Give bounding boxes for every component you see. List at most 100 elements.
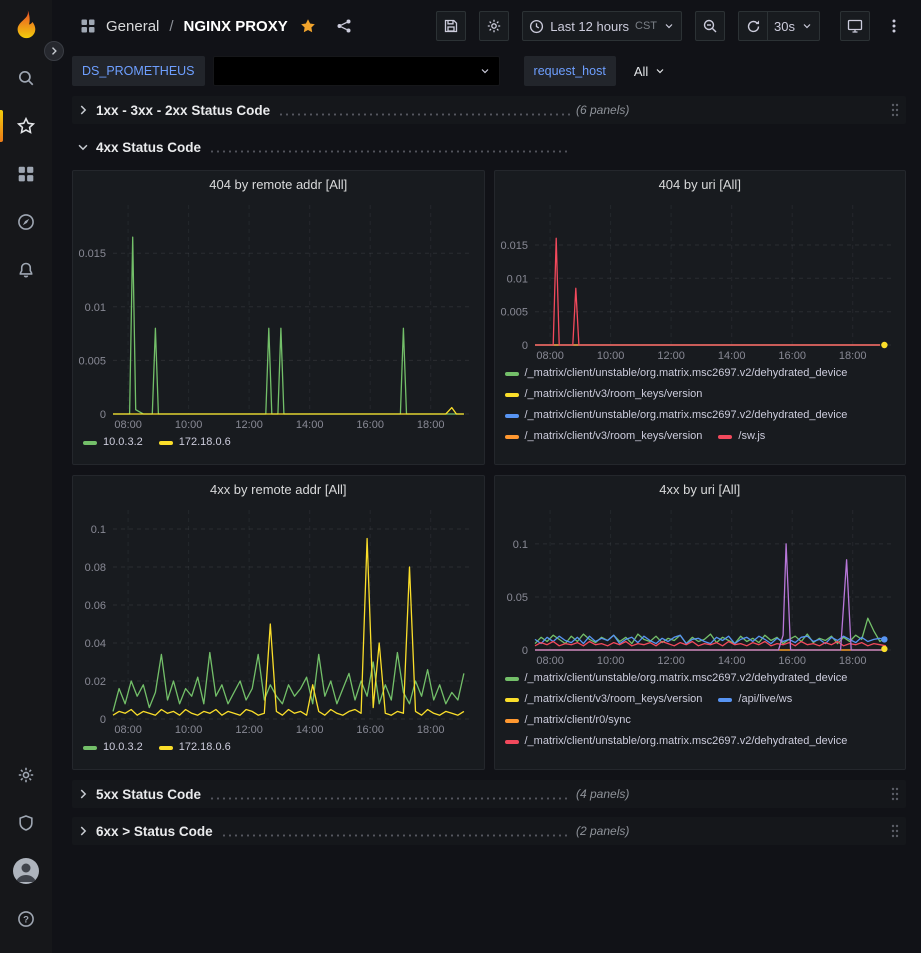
chart-legend: /_matrix/client/unstable/org.matrix.msc2… <box>495 365 906 464</box>
sidebar-item-search[interactable] <box>0 54 52 102</box>
legend-item[interactable]: /_matrix/client/r0/sync <box>505 714 631 727</box>
time-range-picker[interactable]: Last 12 hours CST <box>522 11 682 41</box>
drag-handle-icon[interactable] <box>890 102 900 118</box>
time-range-text: Last 12 hours <box>550 19 629 34</box>
svg-text:18:00: 18:00 <box>838 350 866 362</box>
drag-handle-icon[interactable] <box>890 786 900 802</box>
panel-404-by-remote-addr: 404 by remote addr [All] 08:0010:0012:00… <box>72 170 485 465</box>
svg-text:10:00: 10:00 <box>175 724 203 736</box>
svg-text:18:00: 18:00 <box>417 419 445 431</box>
legend-item[interactable]: /api/live/ws <box>718 693 792 706</box>
share-icon[interactable] <box>336 18 352 34</box>
favorite-star-icon[interactable] <box>300 18 316 34</box>
svg-text:0.04: 0.04 <box>85 638 106 650</box>
svg-text:0.05: 0.05 <box>506 592 527 604</box>
svg-text:0.01: 0.01 <box>85 302 106 314</box>
legend-color-marker <box>83 441 97 445</box>
zoom-out-time-button[interactable] <box>695 11 725 41</box>
sidebar-expand-button[interactable] <box>44 41 64 61</box>
dashboard-canvas: 1xx - 3xx - 2xx Status Code (6 panels) 4… <box>52 90 921 953</box>
grafana-logo[interactable] <box>8 8 44 44</box>
sidebar-item-dashboards[interactable] <box>0 150 52 198</box>
legend-label: 10.0.3.2 <box>103 741 143 754</box>
tv-mode-button[interactable] <box>840 11 870 41</box>
legend-color-marker <box>505 414 519 418</box>
chevron-right-icon <box>76 824 90 838</box>
legend-item[interactable]: /_matrix/client/unstable/org.matrix.msc2… <box>505 672 848 685</box>
timeseries-chart-404-by-uri[interactable]: 08:0010:0012:0014:0016:0018:0000.0050.01… <box>495 199 906 365</box>
svg-text:0.02: 0.02 <box>85 676 106 688</box>
drag-handle-icon[interactable] <box>890 823 900 839</box>
dashboard-settings-button[interactable] <box>479 11 509 41</box>
save-dashboard-button[interactable] <box>436 11 466 41</box>
legend-item[interactable]: /_matrix/client/v3/room_keys/version <box>505 430 703 443</box>
row-6xx-status-code[interactable]: 6xx > Status Code (2 panels) <box>72 817 906 845</box>
svg-text:14:00: 14:00 <box>717 350 745 362</box>
svg-text:0.08: 0.08 <box>85 562 106 574</box>
svg-text:0.06: 0.06 <box>85 600 106 612</box>
timeseries-chart-4xx-by-uri[interactable]: 08:0010:0012:0014:0016:0018:0000.050.1 <box>495 504 906 670</box>
dashboards-grid-icon <box>17 165 35 183</box>
chevron-down-icon <box>663 20 675 32</box>
timeseries-chart-404-by-remote-addr[interactable]: 08:0010:0012:0014:0016:0018:0000.0050.01… <box>73 199 484 434</box>
star-icon <box>17 117 35 135</box>
chevron-down-icon <box>654 65 666 77</box>
panel-grid: 404 by remote addr [All] 08:0010:0012:00… <box>72 170 906 770</box>
legend-color-marker <box>505 372 519 376</box>
legend-item[interactable]: /_matrix/client/unstable/org.matrix.msc2… <box>505 367 848 380</box>
svg-text:10:00: 10:00 <box>175 419 203 431</box>
legend-label: /_matrix/client/unstable/org.matrix.msc2… <box>525 367 848 380</box>
sidebar-item-configuration[interactable] <box>0 751 52 799</box>
legend-item[interactable]: 172.18.0.6 <box>159 741 231 754</box>
sidebar-item-help[interactable]: ? <box>0 895 52 943</box>
row-5xx-status-code[interactable]: 5xx Status Code (4 panels) <box>72 780 906 808</box>
svg-text:0.1: 0.1 <box>91 524 106 536</box>
breadcrumb-separator: / <box>169 18 173 35</box>
dashboard-header: General / NGINX PROXY Last 12 hours CST <box>52 0 921 52</box>
help-icon: ? <box>17 910 35 928</box>
sidebar-item-explore[interactable] <box>0 198 52 246</box>
legend-item[interactable]: 172.18.0.6 <box>159 436 231 449</box>
sidebar-item-alerting[interactable] <box>0 246 52 294</box>
legend-item[interactable]: /_matrix/client/unstable/org.matrix.msc2… <box>505 735 848 748</box>
panel-title[interactable]: 4xx by uri [All] <box>495 476 906 504</box>
request-host-variable-value[interactable]: All <box>624 56 676 86</box>
legend-label: 172.18.0.6 <box>179 741 231 754</box>
request-host-value-text: All <box>634 64 648 79</box>
legend-item[interactable]: /_matrix/client/unstable/org.matrix.msc2… <box>505 409 848 422</box>
row-panel-count: (6 panels) <box>576 103 629 117</box>
svg-text:14:00: 14:00 <box>296 419 324 431</box>
refresh-button[interactable] <box>738 11 768 41</box>
timeseries-chart-4xx-by-remote-addr[interactable]: 08:0010:0012:0014:0016:0018:0000.020.040… <box>73 504 484 739</box>
sidebar-item-server-admin[interactable] <box>0 799 52 847</box>
panel-title[interactable]: 404 by uri [All] <box>495 171 906 199</box>
legend-item[interactable]: /sw.js <box>718 430 765 443</box>
legend-item[interactable]: /_matrix/client/v3/room_keys/version <box>505 693 703 706</box>
row-leader-dots <box>209 150 570 153</box>
panel-title[interactable]: 4xx by remote addr [All] <box>73 476 484 504</box>
legend-label: /_matrix/client/r0/sync <box>525 714 631 727</box>
legend-label: /_matrix/client/unstable/org.matrix.msc2… <box>525 672 848 685</box>
row-4xx-status-code[interactable]: 4xx Status Code <box>72 133 906 161</box>
legend-color-marker <box>718 435 732 439</box>
sidebar-item-profile[interactable] <box>0 847 52 895</box>
chart-legend: /_matrix/client/unstable/org.matrix.msc2… <box>495 670 906 769</box>
legend-item[interactable]: /_matrix/client/v3/room_keys/version <box>505 388 703 401</box>
svg-text:10:00: 10:00 <box>596 655 624 667</box>
datasource-variable-value[interactable] <box>213 56 500 86</box>
legend-label: 10.0.3.2 <box>103 436 143 449</box>
legend-label: 172.18.0.6 <box>179 436 231 449</box>
breadcrumb-section[interactable]: General <box>106 18 159 35</box>
svg-text:0.1: 0.1 <box>512 539 527 551</box>
refresh-interval-dropdown[interactable]: 30s <box>768 11 820 41</box>
kebab-menu-icon[interactable] <box>883 11 905 41</box>
svg-text:14:00: 14:00 <box>717 655 745 667</box>
panel-title[interactable]: 404 by remote addr [All] <box>73 171 484 199</box>
row-1xx-3xx-2xx-status-code[interactable]: 1xx - 3xx - 2xx Status Code (6 panels) <box>72 96 906 124</box>
dashboard-title: NGINX PROXY <box>184 18 288 35</box>
sidebar-item-starred[interactable] <box>0 102 52 150</box>
legend-item[interactable]: 10.0.3.2 <box>83 436 143 449</box>
legend-label: /api/live/ws <box>738 693 792 706</box>
legend-item[interactable]: 10.0.3.2 <box>83 741 143 754</box>
svg-text:12:00: 12:00 <box>235 419 263 431</box>
